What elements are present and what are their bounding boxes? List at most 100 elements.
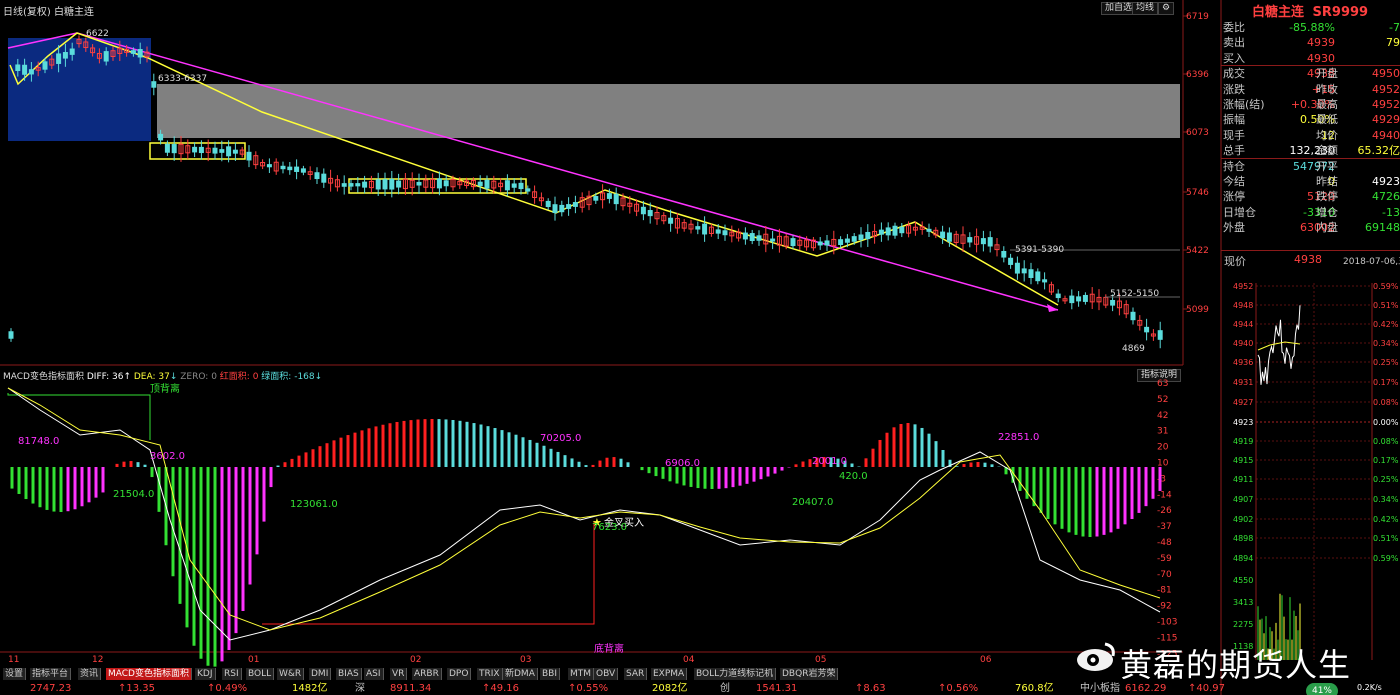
- candle-body: [137, 49, 143, 58]
- indicator-tab[interactable]: 新DMA: [503, 668, 538, 680]
- indicator-tab[interactable]: BBI: [540, 668, 561, 680]
- macd-area-label: 20407.0: [792, 497, 833, 508]
- candle-body: [1082, 294, 1088, 302]
- macd-axis-tick: -59: [1157, 554, 1172, 564]
- indicator-tab[interactable]: BOLL力道线标记机: [694, 668, 777, 680]
- status-item: ↑8.63: [855, 683, 886, 694]
- quote-label: 振幅: [1223, 113, 1245, 127]
- candle-body: [545, 200, 551, 208]
- indicator-tab[interactable]: 指标平台: [30, 668, 72, 680]
- mini-price-tick: 4940: [1233, 339, 1253, 348]
- mini-price-tick: 4923: [1233, 418, 1253, 427]
- candle-body: [1055, 293, 1061, 299]
- indicator-tab[interactable]: EXPMA: [651, 668, 688, 680]
- mini-pct-tick: 0.42%: [1373, 515, 1399, 524]
- panel-symbol-code: SR9999: [1312, 5, 1369, 20]
- indicator-tab[interactable]: RSI: [222, 668, 242, 680]
- candle-body: [1076, 296, 1082, 302]
- mini-pct-tick: 0.51%: [1373, 301, 1399, 310]
- macd-header: MACD变色指标面积 DIFF: 36↑ DEA: 37↓ ZERO: 0 红面…: [3, 372, 323, 382]
- quote-value: -85.88%: [1289, 21, 1335, 34]
- quote-row: 今结 0 昨结 4923: [1221, 174, 1400, 189]
- quote-label: 委比: [1223, 21, 1245, 34]
- high-price-label: 6622: [86, 29, 109, 39]
- macd-dea: DEA: 37: [133, 372, 170, 382]
- candle-body: [396, 180, 402, 188]
- indicator-tab[interactable]: TRIX: [477, 668, 503, 680]
- quote-row: 涨幅(结) +0.30% 最高 4952: [1221, 97, 1400, 112]
- candle-body: [552, 204, 558, 214]
- indicator-tab[interactable]: DMI: [309, 668, 332, 680]
- mini-avg-line: [1257, 341, 1301, 351]
- indicator-tab[interactable]: MACD变色指标面积: [106, 668, 192, 680]
- indicator-tab[interactable]: W&R: [277, 668, 305, 680]
- mini-price-tick: 3413: [1233, 598, 1253, 607]
- indicator-tab[interactable]: MTM: [568, 668, 595, 680]
- kline-chart[interactable]: 671963966073574654225099 6622 6333-6337 …: [0, 0, 1222, 695]
- indicator-tab[interactable]: VR: [390, 668, 408, 680]
- candle-body: [314, 172, 320, 180]
- candle-body: [362, 181, 368, 188]
- down-trendline: [76, 32, 1059, 311]
- bottom-divergence-label: 底背离: [594, 642, 624, 655]
- candle-body: [878, 229, 884, 235]
- mini-price-line: [1257, 305, 1301, 385]
- mini-pct-tick: 0.25%: [1373, 475, 1399, 484]
- candle-body: [885, 227, 891, 236]
- quote-row: 委比 -85.88% -7: [1221, 20, 1400, 35]
- indicator-tab[interactable]: DBQR岩芳荣: [780, 668, 839, 680]
- indicator-tab[interactable]: ARBR: [412, 668, 442, 680]
- macd-area-label: 22851.0: [998, 432, 1039, 443]
- quote-label-2: 最高: [1316, 98, 1338, 111]
- candle-body: [477, 181, 483, 187]
- macd-axis-tick: -48: [1157, 538, 1172, 548]
- status-item: ↑13.35: [118, 683, 156, 694]
- date-axis-tick: 04: [683, 655, 695, 665]
- date-axis-tick: 06: [980, 655, 992, 665]
- mini-price-tick: 4902: [1233, 515, 1253, 524]
- mini-price-tick: 4550: [1233, 576, 1253, 585]
- panel-symbol-name: 白糖主连: [1252, 5, 1305, 20]
- candle-body: [484, 179, 490, 189]
- macd-area-label: 7623.0: [592, 522, 627, 533]
- quote-value-2: 4923: [1372, 175, 1400, 188]
- gap-price-label: 6333-6337: [158, 74, 207, 84]
- quote-row: 涨跌 +15 昨收 4952: [1221, 82, 1400, 97]
- mini-pct-tick: 0.08%: [1373, 437, 1399, 446]
- indicator-tab[interactable]: 设置: [3, 668, 27, 680]
- indicator-tab[interactable]: KDJ: [195, 668, 216, 680]
- candle-body: [158, 133, 164, 141]
- quote-label-2: 昨结: [1316, 175, 1338, 188]
- quote-row: 持仓 547972 开平: [1221, 159, 1400, 174]
- price-axis-tick: 6073: [1186, 128, 1209, 138]
- quote-label-2: 开盘: [1316, 67, 1338, 81]
- candle-body: [926, 228, 932, 232]
- indicator-tab[interactable]: 资讯: [78, 668, 102, 680]
- candle-body: [742, 232, 748, 240]
- quote-label: 今结: [1223, 175, 1245, 188]
- candle-body: [790, 238, 796, 247]
- candle-body: [69, 48, 75, 55]
- indicator-tab[interactable]: OBV: [594, 668, 619, 680]
- candle-body: [8, 331, 14, 339]
- quote-value-2: 4952: [1372, 82, 1400, 96]
- indicator-tab[interactable]: DPO: [447, 668, 472, 680]
- top-divergence-label: 顶背离: [150, 382, 180, 395]
- candle-body: [1042, 279, 1048, 283]
- indicator-explain-button[interactable]: 指标说明: [1137, 369, 1182, 382]
- candle-body: [382, 179, 388, 190]
- candle-body: [1028, 269, 1034, 278]
- quote-label: 涨幅(结): [1223, 98, 1265, 111]
- candle-body: [130, 50, 136, 54]
- indicator-tab[interactable]: ASI: [364, 668, 384, 680]
- quote-value-2: 4952: [1372, 98, 1400, 111]
- indicator-tab[interactable]: SAR: [624, 668, 648, 680]
- quote-value-2: -7: [1389, 21, 1400, 34]
- candle-body: [518, 182, 524, 190]
- quote-label: 涨停: [1223, 190, 1245, 204]
- date-axis-tick: 11: [8, 655, 19, 665]
- candle-body: [525, 188, 531, 192]
- mini-pct-tick: 0.17%: [1373, 456, 1399, 465]
- indicator-tab[interactable]: BIAS: [336, 668, 362, 680]
- indicator-tab[interactable]: BOLL: [246, 668, 275, 680]
